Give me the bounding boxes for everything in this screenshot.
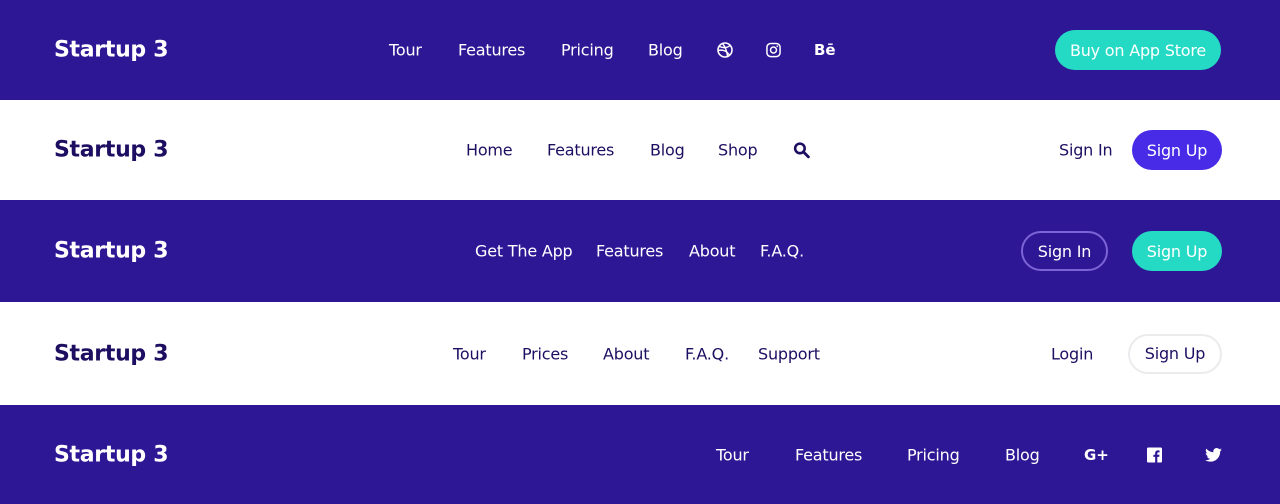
nav-link-support[interactable]: Support: [758, 344, 820, 363]
header-variant-3: Startup 3 Get The App Features About F.A…: [0, 200, 1280, 302]
logo[interactable]: Startup 3: [54, 442, 169, 467]
nav-link-blog[interactable]: Blog: [1005, 445, 1040, 464]
nav-link-blog[interactable]: Blog: [650, 141, 685, 160]
nav-link-about[interactable]: About: [603, 344, 650, 363]
nav-link-about[interactable]: About: [689, 242, 736, 261]
search-icon[interactable]: [793, 142, 810, 159]
header-variant-4: Startup 3 Tour Prices About F.A.Q. Suppo…: [0, 302, 1280, 405]
header-variant-2: Startup 3 Home Features Blog Shop Sign I…: [0, 100, 1280, 200]
login-link[interactable]: Login: [1051, 344, 1093, 363]
dribbble-icon[interactable]: [717, 42, 733, 58]
nav-link-features[interactable]: Features: [458, 41, 525, 60]
logo[interactable]: Startup 3: [54, 38, 169, 63]
nav-link-features[interactable]: Features: [795, 445, 862, 464]
nav-link-features[interactable]: Features: [547, 141, 614, 160]
header-variant-1: Startup 3 Tour Features Pricing Blog Bē …: [0, 0, 1280, 100]
buy-on-app-store-button[interactable]: Buy on App Store: [1055, 30, 1221, 70]
nav-link-tour[interactable]: Tour: [716, 445, 749, 464]
behance-icon[interactable]: Bē: [814, 41, 836, 59]
instagram-icon[interactable]: [766, 42, 781, 58]
sign-up-button[interactable]: Sign Up: [1132, 130, 1222, 170]
nav-link-faq[interactable]: F.A.Q.: [685, 344, 729, 363]
sign-in-link[interactable]: Sign In: [1059, 141, 1113, 160]
nav-link-tour[interactable]: Tour: [453, 344, 486, 363]
google-plus-icon[interactable]: G+: [1084, 446, 1109, 464]
logo[interactable]: Startup 3: [54, 341, 169, 366]
header-variant-5: Startup 3 Tour Features Pricing Blog G+: [0, 405, 1280, 504]
logo[interactable]: Startup 3: [54, 239, 169, 264]
sign-up-button[interactable]: Sign Up: [1132, 231, 1222, 271]
sign-up-button[interactable]: Sign Up: [1128, 333, 1222, 374]
nav-link-get-the-app[interactable]: Get The App: [475, 242, 573, 261]
nav-link-shop[interactable]: Shop: [718, 141, 758, 160]
nav-link-pricing[interactable]: Pricing: [907, 445, 960, 464]
nav-link-tour[interactable]: Tour: [389, 41, 422, 60]
nav-link-features[interactable]: Features: [596, 242, 663, 261]
sign-in-button[interactable]: Sign In: [1021, 231, 1108, 271]
nav-link-prices[interactable]: Prices: [522, 344, 568, 363]
twitter-icon[interactable]: [1205, 447, 1222, 462]
logo[interactable]: Startup 3: [54, 138, 169, 163]
facebook-icon[interactable]: [1147, 447, 1162, 462]
nav-link-pricing[interactable]: Pricing: [561, 41, 614, 60]
nav-link-blog[interactable]: Blog: [648, 41, 683, 60]
nav-link-home[interactable]: Home: [466, 141, 513, 160]
nav-link-faq[interactable]: F.A.Q.: [760, 242, 804, 261]
